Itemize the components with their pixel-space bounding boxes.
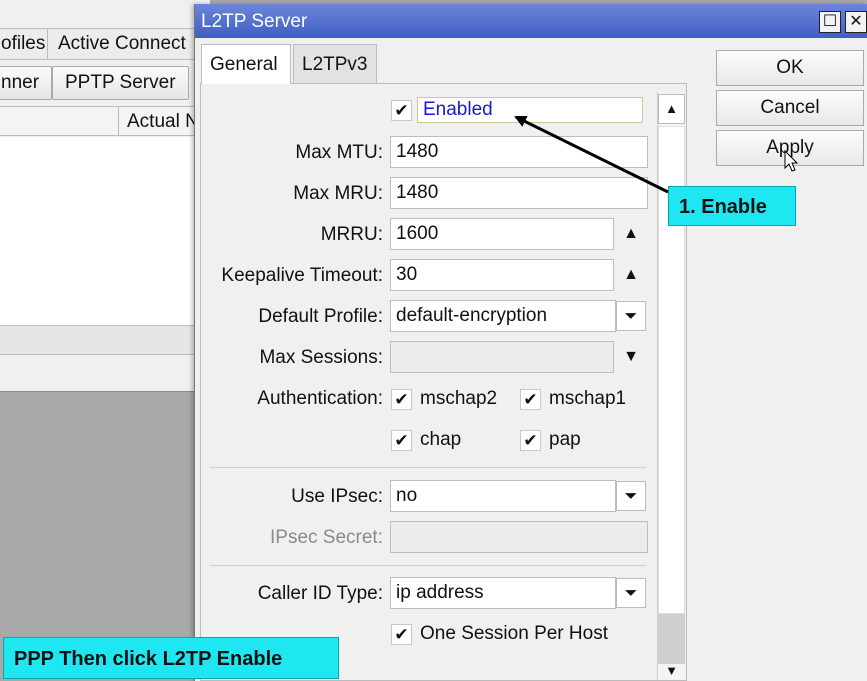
- ipsec-secret-input: [390, 521, 648, 553]
- mouse-cursor-icon: [784, 150, 799, 172]
- mschap1-checkbox[interactable]: ✔: [520, 389, 541, 410]
- max-sessions-label: Max Sessions:: [259, 347, 383, 368]
- mschap2-checkbox[interactable]: ✔: [391, 389, 412, 410]
- interface-list[interactable]: [0, 137, 196, 325]
- enabled-checkbox[interactable]: ✔: [391, 100, 412, 121]
- caller-id-type-select[interactable]: ip address: [390, 577, 616, 609]
- close-icon[interactable]: ✕: [845, 11, 867, 33]
- vertical-scrollbar[interactable]: ▲ ▼: [657, 92, 685, 680]
- use-ipsec-select[interactable]: no: [390, 480, 616, 512]
- list-header: Actual N: [0, 106, 210, 136]
- max-sessions-expand-icon[interactable]: ▼: [616, 342, 646, 372]
- default-profile-dropdown-icon[interactable]: ⏷: [616, 301, 646, 331]
- tab-l2tpv3[interactable]: L2TPv3: [293, 44, 377, 84]
- caller-id-type-label: Caller ID Type:: [257, 583, 383, 604]
- use-ipsec-label: Use IPsec:: [291, 486, 383, 507]
- scroll-thumb[interactable]: [658, 614, 685, 664]
- default-profile-select[interactable]: default-encryption: [390, 300, 616, 332]
- one-session-per-host-checkbox[interactable]: ✔: [391, 624, 412, 645]
- tab-active-connections[interactable]: Active Connect: [47, 28, 197, 60]
- one-session-per-host-label: One Session Per Host: [420, 623, 608, 644]
- dialog-title: L2TP Server: [201, 11, 308, 32]
- keepalive-timeout-input[interactable]: 30: [390, 259, 614, 291]
- mrru-label: MRRU:: [320, 224, 383, 245]
- mrru-input[interactable]: 1600: [390, 218, 614, 250]
- max-mru-input[interactable]: 1480: [390, 177, 648, 209]
- mrru-collapse-icon[interactable]: ▲: [616, 219, 646, 249]
- scroll-up-icon[interactable]: ▲: [658, 94, 685, 124]
- keepalive-collapse-icon[interactable]: ▲: [616, 260, 646, 290]
- caller-id-type-dropdown-icon[interactable]: ⏷: [616, 578, 646, 608]
- pptp-server-button[interactable]: PPTP Server: [52, 66, 189, 100]
- ppp-instruction-callout: PPP Then click L2TP Enable: [3, 637, 339, 679]
- authentication-label: Authentication:: [257, 388, 383, 409]
- enable-callout: 1. Enable: [668, 186, 796, 226]
- status-strip: [0, 325, 210, 355]
- max-mru-label: Max MRU:: [293, 183, 383, 204]
- max-mtu-label: Max MTU:: [295, 142, 383, 163]
- mschap2-label: mschap2: [420, 388, 498, 409]
- scanner-button[interactable]: nner: [0, 66, 53, 100]
- column-actual-mtu[interactable]: Actual N: [118, 107, 199, 136]
- separator: [210, 467, 646, 468]
- title-bar[interactable]: L2TP Server ☐ ✕: [195, 4, 867, 38]
- use-ipsec-dropdown-icon[interactable]: ⏷: [616, 481, 646, 511]
- chap-label: chap: [420, 429, 462, 450]
- ipsec-secret-label: IPsec Secret:: [270, 527, 383, 548]
- cancel-button[interactable]: Cancel: [716, 90, 864, 126]
- max-sessions-input[interactable]: [390, 341, 614, 373]
- scroll-down-icon[interactable]: ▼: [658, 664, 685, 680]
- keepalive-timeout-label: Keepalive Timeout:: [221, 265, 383, 286]
- chap-checkbox[interactable]: ✔: [391, 430, 412, 451]
- ok-button[interactable]: OK: [716, 50, 864, 86]
- separator: [210, 565, 646, 566]
- pap-label: pap: [549, 429, 581, 450]
- enabled-label[interactable]: Enabled: [417, 97, 643, 123]
- default-profile-label: Default Profile:: [258, 306, 383, 327]
- ppp-window-background: ofiles Active Connect nner PPTP Server A…: [0, 0, 210, 392]
- pap-checkbox[interactable]: ✔: [520, 430, 541, 451]
- maximize-icon[interactable]: ☐: [819, 11, 841, 33]
- mschap1-label: mschap1: [549, 388, 627, 409]
- max-mtu-input[interactable]: 1480: [390, 136, 648, 168]
- tab-general[interactable]: General: [201, 44, 291, 84]
